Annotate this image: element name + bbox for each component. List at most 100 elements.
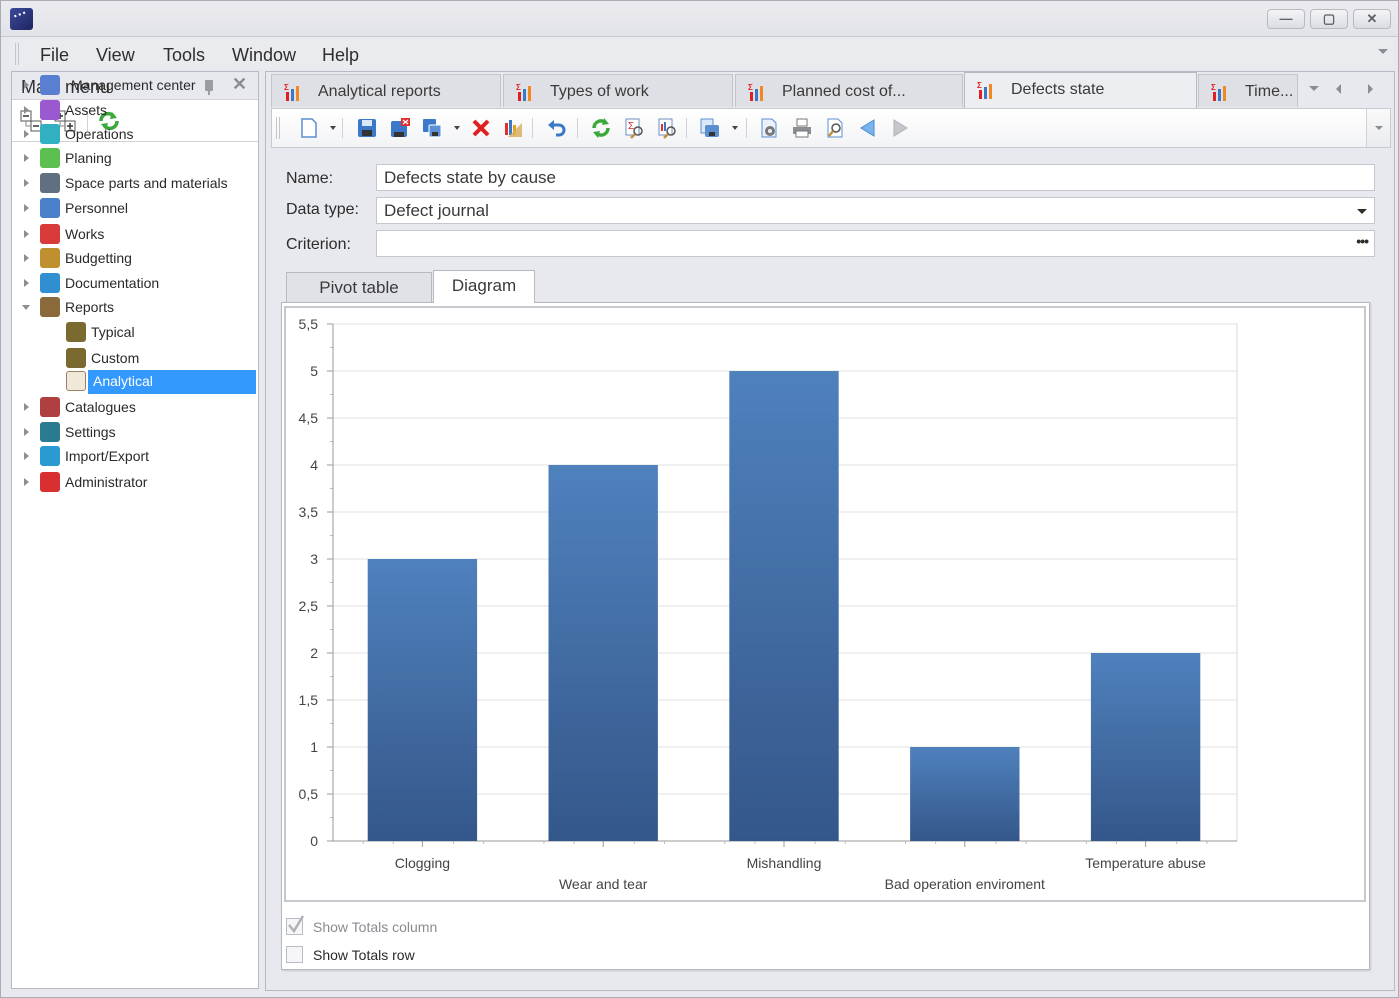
new-document-icon[interactable]	[298, 117, 320, 139]
menu-file[interactable]: File	[40, 45, 69, 66]
toolbar-separator	[342, 118, 343, 138]
tree-item-label: Planing	[65, 150, 112, 166]
chart-frame: 0 0,5 1 1,5 2 2,5 3 3,5 4 4,5 5 5,5 Clogging Wear and…	[284, 306, 1366, 902]
menu-tools[interactable]: Tools	[163, 45, 205, 66]
tree-item-analytical[interactable]: Analytical	[12, 370, 258, 394]
forward-icon[interactable]	[889, 117, 911, 139]
expand-arrow-icon[interactable]	[24, 452, 29, 460]
doc-tab-planned-cost-of[interactable]: Σ Planned cost of...	[735, 74, 963, 107]
save-copy-icon[interactable]	[421, 117, 443, 139]
tree-item-planing[interactable]: Planing	[12, 147, 258, 169]
maximize-button[interactable]: ▢	[1310, 9, 1348, 29]
close-button[interactable]: ✕	[1353, 9, 1391, 29]
tree-item-operations[interactable]: Operations	[12, 123, 258, 145]
tab-scroll-right-icon[interactable]	[1368, 84, 1373, 94]
toolbar-separator	[577, 118, 578, 138]
diagram-panel: 0 0,5 1 1,5 2 2,5 3 3,5 4 4,5 5 5,5 Clogging Wear and…	[281, 302, 1370, 970]
menubar-overflow-icon[interactable]	[1378, 49, 1388, 54]
tree-item-import-export[interactable]: Import/Export	[12, 445, 258, 467]
minimize-button[interactable]: —	[1267, 9, 1305, 29]
analytical-report-icon: Σ	[1211, 83, 1226, 101]
expand-arrow-icon[interactable]	[24, 106, 29, 114]
chart-search-icon[interactable]	[656, 117, 678, 139]
name-input[interactable]: Defects state by cause	[376, 164, 1375, 191]
expand-arrow-icon[interactable]	[24, 130, 29, 138]
tree-item-space-parts-and-materials[interactable]: Space parts and materials	[12, 172, 258, 194]
tree-item-administrator[interactable]: Administrator	[12, 471, 258, 493]
tab-diagram[interactable]: Diagram	[433, 270, 535, 303]
tree-item-budgetting[interactable]: Budgetting	[12, 247, 258, 269]
chart-settings-icon[interactable]	[502, 117, 524, 139]
tree-item-works[interactable]: Works	[12, 223, 258, 245]
tree-item-label: Settings	[65, 424, 116, 440]
y-tick-label: 4,5	[299, 410, 319, 426]
books-icon	[40, 397, 60, 417]
toolbar-overflow-button[interactable]	[1366, 109, 1390, 147]
collapse-arrow-icon[interactable]	[22, 305, 30, 310]
data-type-select[interactable]: Defect journal	[376, 197, 1375, 224]
criterion-browse-button[interactable]: •••	[1356, 233, 1369, 249]
title-bar: — ▢ ✕	[1, 1, 1398, 37]
svg-text:Σ: Σ	[284, 83, 289, 92]
delete-icon[interactable]	[470, 117, 492, 139]
expand-arrow-icon[interactable]	[24, 478, 29, 486]
tree-item-management-center[interactable]: Management center	[12, 74, 258, 96]
save-and-close-icon[interactable]	[389, 117, 411, 139]
show-totals-row-checkbox[interactable]	[286, 946, 303, 963]
tree-item-custom[interactable]: Custom	[12, 347, 258, 369]
works-icon	[40, 224, 60, 244]
tree-item-catalogues[interactable]: Catalogues	[12, 396, 258, 418]
expand-arrow-icon[interactable]	[24, 204, 29, 212]
undo-icon[interactable]	[546, 117, 568, 139]
tree-item-documentation[interactable]: Documentation	[12, 272, 258, 294]
y-tick-label: 1,5	[299, 692, 319, 708]
tab-list-dropdown-icon[interactable]	[1309, 86, 1319, 91]
tree-item-assets[interactable]: Assets	[12, 99, 258, 121]
save-dropdown-icon[interactable]	[454, 126, 460, 130]
criterion-input[interactable]: •••	[376, 230, 1375, 257]
doc-tab-defects-state[interactable]: Σ Defects state	[964, 72, 1197, 108]
print-icon[interactable]	[791, 117, 813, 139]
doc-tab-types-of-work[interactable]: Σ Types of work	[503, 74, 733, 107]
tree-item-settings[interactable]: Settings	[12, 421, 258, 443]
tab-pivot-table[interactable]: Pivot table	[286, 272, 432, 303]
expand-arrow-icon[interactable]	[24, 179, 29, 187]
tab-scroll-left-icon[interactable]	[1336, 84, 1341, 94]
sum-search-icon[interactable]: Σ	[623, 117, 645, 139]
doc-tab-analytical-reports[interactable]: Σ Analytical reports	[271, 74, 501, 107]
tree-item-label: Personnel	[65, 200, 129, 216]
toolbar-separator	[746, 118, 747, 138]
toolbar-grip[interactable]	[276, 117, 280, 139]
show-totals-row-label: Show Totals row	[313, 947, 415, 963]
doc-tab-label: Time...	[1245, 83, 1294, 100]
print-menu-icon[interactable]	[699, 117, 721, 139]
expand-arrow-icon[interactable]	[24, 81, 29, 89]
tree-item-reports[interactable]: Reports	[12, 296, 258, 318]
expand-arrow-icon[interactable]	[24, 279, 29, 287]
x-tick-label: Clogging	[395, 855, 450, 871]
menubar-grip[interactable]	[15, 43, 19, 65]
doc-tab-label: Planned cost of...	[782, 83, 906, 100]
expand-arrow-icon[interactable]	[24, 230, 29, 238]
y-tick-label: 4	[310, 457, 318, 473]
expand-arrow-icon[interactable]	[24, 154, 29, 162]
menu-window[interactable]: Window	[232, 45, 296, 66]
print-dropdown-icon[interactable]	[732, 126, 738, 130]
back-icon[interactable]	[857, 117, 879, 139]
expand-arrow-icon[interactable]	[24, 428, 29, 436]
menu-help[interactable]: Help	[322, 45, 359, 66]
clipboard-icon	[40, 297, 60, 317]
expand-arrow-icon[interactable]	[24, 254, 29, 262]
tree-item-typical[interactable]: Typical	[12, 321, 258, 343]
tree-item-personnel[interactable]: Personnel	[12, 197, 258, 219]
save-icon[interactable]	[356, 117, 378, 139]
new-dropdown-icon[interactable]	[330, 126, 336, 130]
refresh-data-icon[interactable]	[590, 117, 612, 139]
doc-tab-time[interactable]: Σ Time...	[1198, 74, 1298, 107]
main-menu-panel: Main menu ✕ Management center Assets Ope…	[11, 71, 259, 989]
expand-arrow-icon[interactable]	[24, 403, 29, 411]
menu-view[interactable]: View	[96, 45, 135, 66]
page-setup-icon[interactable]	[758, 117, 780, 139]
chevron-down-icon[interactable]	[1357, 209, 1367, 214]
print-preview-icon[interactable]	[824, 117, 846, 139]
